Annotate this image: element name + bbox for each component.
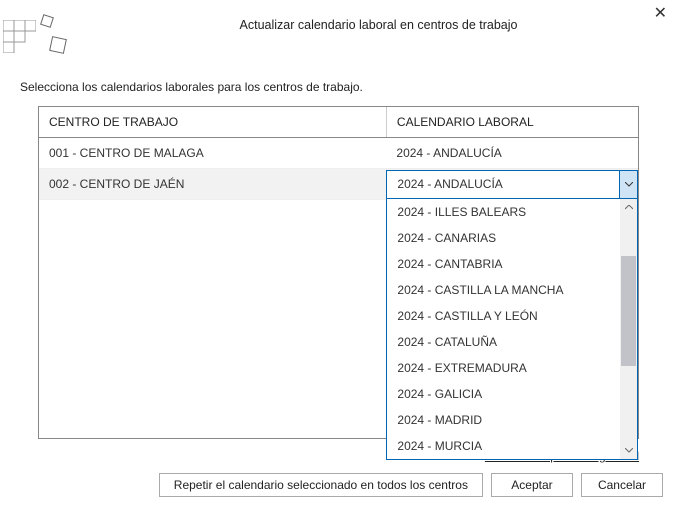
cancel-button[interactable]: Cancelar — [581, 473, 663, 497]
calendars-table-container: CENTRO DE TRABAJO CALENDARIO LABORAL 001… — [38, 106, 639, 439]
cell-calendario[interactable]: 2024 - ANDALUCÍA — [386, 138, 638, 169]
accept-button[interactable]: Aceptar — [491, 473, 573, 497]
dropdown-option[interactable]: 2024 - CASTILLA LA MANCHA — [387, 277, 620, 303]
calendar-select[interactable]: 2024 - ANDALUCÍA — [386, 170, 638, 199]
dropdown-option[interactable]: 2024 - ILLES BALEARS — [387, 199, 620, 225]
dropdown-option[interactable]: 2024 - MADRID — [387, 407, 620, 433]
table-row[interactable]: 002 - CENTRO DE JAÉN 2024 - ANDALUCÍA 20… — [39, 169, 638, 200]
header-calendario[interactable]: CALENDARIO LABORAL — [386, 107, 638, 138]
table-row[interactable]: 001 - CENTRO DE MALAGA 2024 - ANDALUCÍA — [39, 138, 638, 169]
instruction-text: Selecciona los calendarios laborales par… — [0, 60, 677, 106]
scroll-track[interactable] — [620, 216, 637, 442]
header-decorative-icon — [0, 8, 80, 63]
dialog-title: Actualizar calendario laboral en centros… — [90, 8, 667, 32]
scroll-up-icon[interactable] — [620, 199, 637, 216]
cell-calendario-select[interactable]: 2024 - ANDALUCÍA 2024 - ILLES BALEARS 20… — [386, 169, 638, 200]
dropdown-option[interactable]: 2024 - GALICIA — [387, 381, 620, 407]
cell-centro: 002 - CENTRO DE JAÉN — [39, 169, 386, 200]
dropdown-option[interactable]: 2024 - EXTREMADURA — [387, 355, 620, 381]
dialog-header: Actualizar calendario laboral en centros… — [0, 0, 677, 60]
cell-centro: 001 - CENTRO DE MALAGA — [39, 138, 386, 169]
calendar-dropdown-list: 2024 - ILLES BALEARS 2024 - CANARIAS 202… — [387, 199, 620, 459]
button-bar: Repetir el calendario seleccionado en to… — [0, 469, 677, 497]
dropdown-option[interactable]: 2024 - CANTABRIA — [387, 251, 620, 277]
close-button[interactable]: ✕ — [654, 6, 667, 22]
dropdown-option[interactable]: 2024 - CASTILLA Y LEÓN — [387, 303, 620, 329]
scroll-thumb[interactable] — [621, 256, 636, 366]
scroll-down-icon[interactable] — [620, 442, 637, 459]
calendars-table: CENTRO DE TRABAJO CALENDARIO LABORAL 001… — [39, 107, 638, 200]
dropdown-option[interactable]: 2024 - CATALUÑA — [387, 329, 620, 355]
calendar-select-value: 2024 - ANDALUCÍA — [397, 177, 502, 191]
calendar-dropdown: 2024 - ILLES BALEARS 2024 - CANARIAS 202… — [386, 198, 638, 460]
header-centro[interactable]: CENTRO DE TRABAJO — [39, 107, 386, 138]
repeat-calendar-button[interactable]: Repetir el calendario seleccionado en to… — [159, 473, 483, 497]
dropdown-scrollbar[interactable] — [620, 199, 637, 459]
chevron-down-icon[interactable] — [619, 171, 637, 198]
dropdown-option[interactable]: 2024 - MURCIA — [387, 433, 620, 459]
dropdown-option[interactable]: 2024 - CANARIAS — [387, 225, 620, 251]
